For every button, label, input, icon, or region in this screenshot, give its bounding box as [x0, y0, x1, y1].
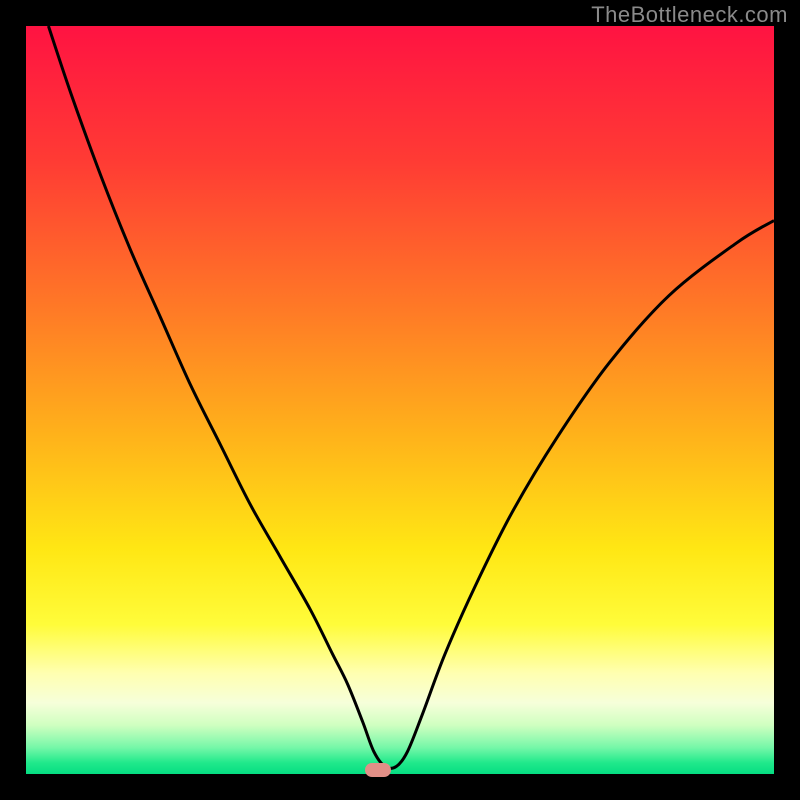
- plot-area: [26, 26, 774, 774]
- watermark-text: TheBottleneck.com: [591, 2, 788, 28]
- optimum-marker: [365, 763, 391, 777]
- plot-svg: [26, 26, 774, 774]
- gradient-background: [26, 26, 774, 774]
- chart-frame: TheBottleneck.com: [0, 0, 800, 800]
